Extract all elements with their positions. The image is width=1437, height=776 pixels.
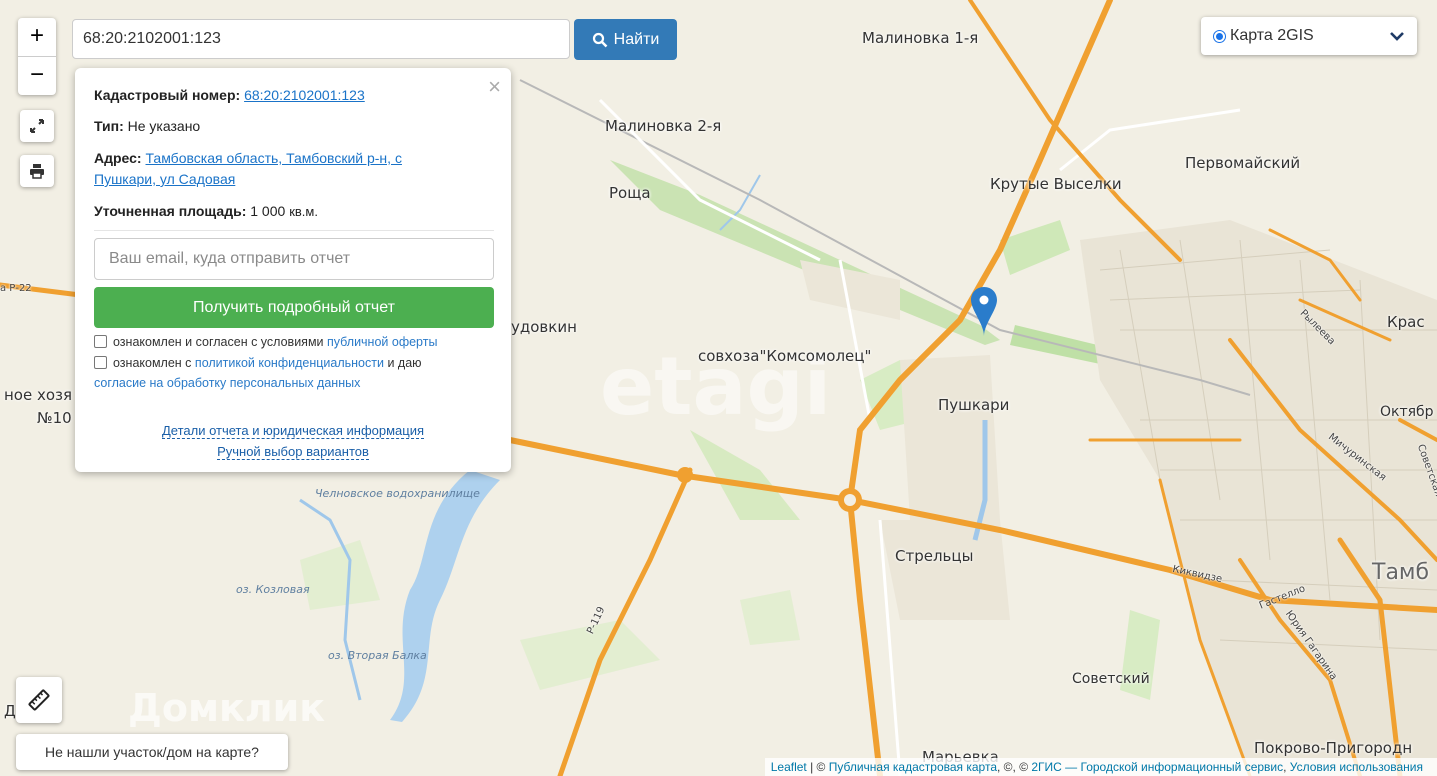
place-label: Роща: [609, 184, 651, 202]
attribution-sep: , ©, ©: [997, 760, 1032, 774]
place-label: Первомайский: [1185, 154, 1301, 172]
layer-select-value: Карта 2GIS: [1230, 27, 1314, 44]
water-label: оз. Вторая Балка: [328, 649, 427, 662]
place-label: совхоза"Комсомолец": [698, 347, 872, 365]
zoom-in-button[interactable]: +: [18, 18, 56, 56]
print-button[interactable]: [20, 155, 54, 187]
terms-link[interactable]: Условия использования: [1290, 760, 1423, 774]
report-details-link[interactable]: Детали отчета и юридическая информация: [161, 423, 425, 439]
place-label: Тамб: [1372, 560, 1430, 585]
offer-consent-text: ознакомлен и согласен с условиями: [113, 335, 324, 349]
zoom-out-button[interactable]: −: [18, 56, 56, 95]
fullscreen-button[interactable]: [20, 110, 54, 142]
area-row: Уточненная площадь: 1 000 кв.м.: [94, 201, 494, 222]
offer-consent-row: ознакомлен и согласен с условиями публич…: [94, 332, 494, 352]
measure-button[interactable]: [16, 677, 62, 723]
attribution-sep: ,: [1283, 760, 1290, 774]
place-label: Стрельцы: [895, 547, 974, 565]
cadastral-number-row: Кадастровый номер: 68:20:2102001:123: [94, 85, 494, 106]
type-label: Тип:: [94, 118, 124, 134]
place-label: Крас: [1387, 313, 1425, 331]
domclick-watermark: Домклик: [128, 686, 326, 730]
type-value: Не указано: [127, 118, 201, 134]
ruler-icon: [28, 689, 50, 711]
area-label: Уточненная площадь:: [94, 203, 247, 219]
place-label: удовкин: [511, 318, 577, 336]
place-label: Советский: [1072, 671, 1150, 687]
address-row: Адрес: Тамбовская область, Тамбовский р-…: [94, 148, 494, 190]
address-line1: Тамбовская область, Тамбовский р-н, с: [145, 150, 402, 166]
area-value: 1 000: [250, 203, 286, 219]
place-label: №10: [37, 409, 72, 427]
place-label: Октябр: [1380, 404, 1434, 420]
leaflet-link[interactable]: Leaflet: [771, 760, 807, 774]
address-line2: Пушкари, ул Садовая: [94, 171, 236, 187]
not-found-button[interactable]: Не нашли участок/дом на карте?: [16, 734, 288, 770]
place-label: ное хозя: [4, 386, 73, 404]
find-button[interactable]: Найти: [574, 19, 677, 60]
2gis-link[interactable]: 2ГИС — Городской информационный сервис: [1031, 760, 1283, 774]
attribution-sep: | ©: [806, 760, 829, 774]
place-label: Малиновка 2-я: [605, 117, 722, 135]
email-field[interactable]: [94, 238, 494, 280]
privacy-policy-link[interactable]: политикой конфиденциальности: [195, 356, 384, 370]
map-layer-select[interactable]: Карта 2GIS: [1201, 17, 1417, 55]
place-label: Малиновка 1-я: [862, 29, 979, 47]
zoom-control: + −: [18, 18, 56, 95]
cadastral-search-input[interactable]: [72, 19, 570, 59]
privacy-consent-text-b: и даю: [387, 356, 422, 370]
divider: [94, 230, 494, 231]
cadastral-label: Кадастровый номер:: [94, 87, 241, 103]
public-offer-link[interactable]: публичной оферты: [327, 335, 437, 349]
place-label: Пушкари: [938, 396, 1010, 414]
privacy-consent-checkbox[interactable]: [94, 356, 107, 369]
chevron-down-icon: [1390, 32, 1404, 41]
find-button-label: Найти: [613, 30, 660, 48]
get-report-button[interactable]: Получить подробный отчет: [94, 287, 494, 328]
radio-selected-icon: [1213, 29, 1226, 43]
address-label: Адрес:: [94, 150, 142, 166]
expand-icon: [30, 119, 44, 133]
manual-selection-link[interactable]: Ручной выбор вариантов: [217, 444, 369, 460]
water-label: Челновское водохранилище: [315, 487, 480, 500]
details-link-row: Детали отчета и юридическая информация: [75, 423, 511, 439]
parcel-info-popup: × Кадастровый номер: 68:20:2102001:123 Т…: [75, 68, 511, 472]
privacy-consent-text-a: ознакомлен с: [113, 356, 192, 370]
search-icon: [592, 32, 608, 47]
printer-icon: [30, 164, 44, 179]
place-label: Крутые Выселки: [990, 175, 1122, 193]
location-marker-icon[interactable]: [969, 286, 999, 338]
privacy-consent-row: ознакомлен с политикой конфиденциальност…: [94, 353, 494, 393]
road-label: а Р-22: [0, 283, 32, 294]
place-label: Покрово-Пригородн: [1254, 739, 1413, 757]
offer-consent-checkbox[interactable]: [94, 335, 107, 348]
type-row: Тип: Не указано: [94, 116, 494, 137]
personal-data-consent-link[interactable]: согласие на обработку персональных данны…: [94, 376, 360, 390]
cadastral-number-link[interactable]: 68:20:2102001:123: [244, 87, 365, 103]
map-attribution: Leaflet | © Публичная кадастровая карта,…: [764, 758, 1437, 776]
place-label: Д: [4, 702, 16, 720]
area-unit: кв.м.: [289, 204, 318, 219]
water-label: оз. Козловая: [236, 583, 310, 596]
pkk-link[interactable]: Публичная кадастровая карта: [829, 760, 997, 774]
manual-link-row: Ручной выбор вариантов: [75, 444, 511, 460]
